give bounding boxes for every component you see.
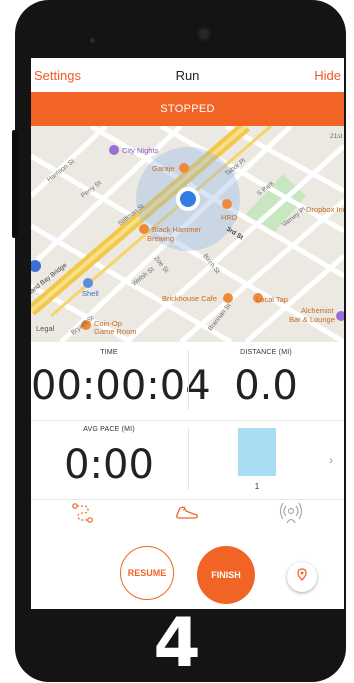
tab-beacon[interactable] [239, 500, 343, 530]
stats-panel: TIME 00:00:04 DISTANCE (MI) 0.0 AVG PACE… [31, 342, 344, 500]
map-canvas: City Nights Garaje HRD Black Hammer Brew… [31, 126, 344, 342]
poi-black-hammer-line1: Black Hammer [152, 225, 202, 234]
poi-city-nights: City Nights [122, 146, 159, 155]
poi-brickhouse: Brickhouse Cafe [162, 294, 217, 303]
shoe-icon [174, 503, 200, 528]
location-pin-icon [295, 567, 309, 587]
hide-button[interactable]: Hide [314, 68, 341, 83]
camera-dot [90, 38, 95, 43]
tab-bar [31, 500, 344, 530]
location-button[interactable] [287, 562, 317, 592]
poi-alchemist-line2: Bar & Lounge [289, 315, 335, 324]
poi-black-hammer-line2: Brewing [147, 234, 174, 243]
street-welsh: Welsh St [131, 266, 156, 288]
poi-local-tap: Local Tap [256, 295, 288, 304]
resume-button[interactable]: RESUME [120, 546, 174, 600]
poi-shell: Shell [82, 289, 99, 298]
chevron-right-icon[interactable]: › [329, 453, 333, 467]
tab-gear[interactable] [135, 500, 239, 530]
poi-coinop-line2: Game Room [94, 327, 137, 336]
split-bar[interactable] [238, 428, 276, 476]
tab-route[interactable] [31, 500, 135, 530]
poi-alchemist-line1: Alchemist [301, 306, 334, 315]
action-bar: RESUME FINISH [31, 530, 344, 609]
top-bar: Settings Run Hide [31, 58, 344, 92]
poi-dropbox: Dropbox Inc [306, 205, 344, 214]
step-number: 4 [153, 604, 201, 683]
split-number: 1 [254, 482, 260, 491]
front-camera [197, 27, 211, 41]
street-21st: 21st [330, 133, 342, 140]
map-legal-link[interactable]: Legal [36, 324, 55, 333]
poi-garaje: Garaje [152, 164, 175, 173]
current-location-dot [180, 191, 196, 207]
beacon-icon [278, 502, 304, 529]
avg-pace-label: AVG PACE (MI) [83, 426, 135, 433]
phone-side-button [12, 130, 18, 238]
avg-pace-value: 0:00 [64, 442, 154, 488]
status-banner: STOPPED [31, 92, 344, 126]
stat-divider-vertical-bottom [188, 428, 189, 490]
app-screen: Settings Run Hide STOPPED City Nights Ga… [31, 58, 344, 609]
map-view[interactable]: City Nights Garaje HRD Black Hammer Brew… [31, 126, 344, 342]
finish-button[interactable]: FINISH [197, 546, 255, 604]
distance-label: DISTANCE (MI) [240, 349, 292, 356]
time-label: TIME [100, 349, 118, 356]
distance-value: 0.0 [234, 363, 298, 409]
stat-divider-horizontal [31, 420, 344, 421]
route-icon [70, 502, 96, 529]
page-title: Run [175, 68, 200, 83]
poi-hrd: HRD [221, 213, 238, 222]
time-value: 00:00:04 [31, 363, 211, 409]
